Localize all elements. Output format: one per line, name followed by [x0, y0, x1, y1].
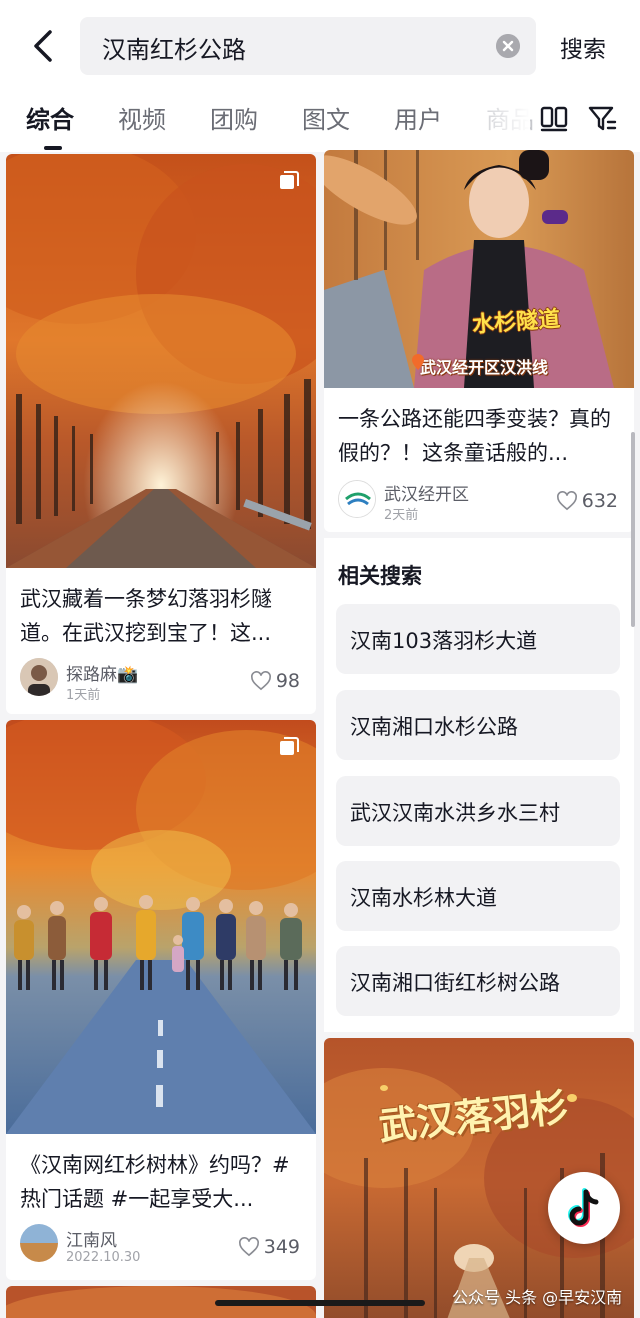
clear-icon[interactable] — [496, 34, 520, 58]
tab-group-buy[interactable]: 团购 — [210, 100, 258, 135]
tree-tunnel-photo — [6, 154, 316, 568]
tab-fade — [470, 92, 530, 148]
related-search-label: 汉南水杉林大道 — [350, 886, 497, 910]
active-tab-indicator — [44, 146, 62, 150]
search-button[interactable]: 搜索 — [560, 30, 606, 64]
related-search-item[interactable]: 武汉汉南水洪乡水三村 — [336, 776, 620, 846]
card-title: 《汉南网红杉树林》约吗？#热门话题 #一起享受大... — [20, 1153, 290, 1211]
related-search-item[interactable]: 汉南水杉林大道 — [336, 861, 620, 931]
heart-icon — [238, 1237, 259, 1257]
group-walking-photo — [6, 720, 316, 1134]
post-time: 2022.10.30 — [66, 1250, 141, 1265]
tab-comprehensive[interactable]: 综合 — [26, 100, 74, 135]
related-search-item[interactable]: 汉南103落羽杉大道 — [336, 604, 620, 674]
watermark-text: 公众号 头条 @早安汉南 — [452, 1288, 623, 1307]
related-search-label: 武汉汉南水洪乡水三村 — [350, 801, 560, 825]
layout-toggle-icon[interactable] — [538, 102, 570, 134]
author-name: 武汉经开区 — [384, 485, 469, 505]
tab-users[interactable]: 用户 — [394, 100, 442, 135]
like-number: 98 — [275, 670, 300, 692]
like-count[interactable]: 349 — [238, 1236, 300, 1258]
avatar — [20, 658, 58, 696]
tab-video[interactable]: 视频 — [118, 100, 166, 135]
multi-image-icon — [280, 737, 299, 755]
result-card[interactable]: 水杉隧道 武汉经开区汉洪线 一条公路还能四季变装？真的假的？！这条童话般的...… — [324, 150, 634, 532]
back-arrow-icon[interactable] — [24, 26, 64, 66]
related-search-label: 汉南湘口水杉公路 — [350, 715, 518, 739]
douyin-float-button[interactable] — [548, 1172, 620, 1244]
author-name: 探路麻📸 — [66, 665, 139, 685]
avatar — [20, 1224, 58, 1262]
scrollbar[interactable] — [631, 432, 635, 627]
overlay-title: 水杉隧道 — [471, 306, 561, 339]
author-name: 江南风 — [66, 1231, 117, 1251]
result-card[interactable]: 《汉南网红杉树林》约吗？#热门话题 #一起享受大... 江南风 2022.10.… — [6, 720, 316, 1280]
related-search-item[interactable]: 汉南湘口街红杉树公路 — [336, 946, 620, 1016]
like-number: 632 — [581, 490, 618, 512]
result-card[interactable]: 武汉藏着一条梦幻落羽杉隧道。在武汉挖到宝了！这... 探路麻📸 1天前 98 — [6, 154, 316, 714]
tab-image-text[interactable]: 图文 — [302, 100, 350, 135]
heart-icon — [556, 491, 577, 511]
home-indicator[interactable] — [215, 1300, 425, 1306]
avatar — [338, 480, 376, 518]
overlay-location: 武汉经开区汉洪线 — [420, 358, 549, 377]
like-count[interactable]: 632 — [556, 490, 618, 512]
search-header: 汉南红杉公路 搜索 — [0, 0, 640, 92]
filter-tabs: 综合 视频 团购 图文 用户 商品 — [0, 92, 640, 152]
douyin-logo-icon — [568, 1188, 599, 1227]
related-search-item[interactable]: 汉南湘口水杉公路 — [336, 690, 620, 760]
woman-portrait-photo — [324, 150, 634, 388]
filter-icon[interactable] — [586, 102, 618, 134]
related-search-label: 汉南湘口街红杉树公路 — [350, 971, 560, 995]
card-title: 武汉藏着一条梦幻落羽杉隧道。在武汉挖到宝了！这... — [20, 587, 272, 645]
related-search-label: 汉南103落羽杉大道 — [350, 629, 538, 653]
related-searches-title: 相关搜索 — [338, 564, 422, 588]
location-pin-icon — [412, 354, 424, 370]
heart-icon — [250, 671, 271, 691]
like-count[interactable]: 98 — [250, 670, 300, 692]
card-title: 一条公路还能四季变装？真的假的？！这条童话般的... — [338, 407, 611, 465]
search-query: 汉南红杉公路 — [102, 36, 246, 64]
multi-image-icon — [280, 171, 299, 189]
related-searches: 相关搜索 汉南103落羽杉大道 汉南湘口水杉公路 武汉汉南水洪乡水三村 汉南水杉… — [324, 538, 634, 1032]
post-time: 2天前 — [384, 508, 419, 523]
like-number: 349 — [263, 1236, 300, 1258]
search-input[interactable]: 汉南红杉公路 — [80, 17, 536, 75]
post-time: 1天前 — [66, 688, 101, 703]
